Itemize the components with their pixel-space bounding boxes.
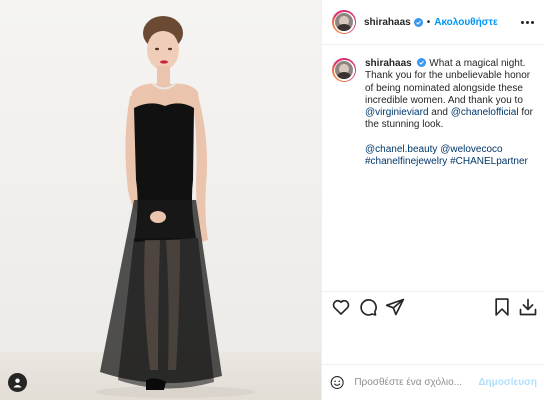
comment-input[interactable] — [354, 377, 479, 388]
photo-image — [0, 0, 321, 400]
post-sidebar: shirahaas • Ακολουθήστε shirahaas What a… — [321, 0, 544, 400]
mention-link[interactable]: @virginieviard — [365, 107, 429, 118]
follow-button[interactable]: Ακολουθήστε — [434, 17, 498, 28]
caption-text: shirahaas What a magical night. Thank yo… — [365, 58, 537, 168]
share-icon[interactable] — [385, 297, 405, 317]
username-link[interactable]: shirahaas — [364, 17, 411, 28]
download-icon[interactable] — [518, 297, 538, 317]
caption: shirahaas What a magical night. Thank yo… — [332, 58, 537, 168]
separator-dot: • — [426, 16, 431, 28]
person-tag-icon[interactable] — [8, 373, 27, 392]
more-options-icon[interactable] — [521, 16, 535, 28]
caption-body: and — [428, 107, 451, 119]
comment-bar: Δημοσίευση — [322, 364, 544, 400]
post-comment-button[interactable]: Δημοσίευση — [478, 377, 537, 388]
avatar[interactable] — [332, 10, 356, 34]
emoji-icon[interactable] — [330, 374, 344, 391]
bookmark-icon[interactable] — [492, 297, 512, 317]
mention-link[interactable]: @chanelofficial — [451, 107, 519, 118]
mention-link[interactable]: @welovecoco — [440, 144, 502, 155]
verified-badge-icon — [413, 17, 423, 27]
hashtag-link[interactable]: #CHANELpartner — [450, 156, 528, 167]
caption-username[interactable]: shirahaas — [365, 58, 412, 69]
heart-icon[interactable] — [331, 297, 351, 317]
comment-icon[interactable] — [358, 297, 378, 317]
post-header: shirahaas • Ακολουθήστε — [322, 0, 544, 45]
post-photo[interactable] — [0, 0, 321, 400]
mention-link[interactable]: @chanel.beauty — [365, 144, 437, 155]
hashtag-link[interactable]: #chanelfinejewelry — [365, 156, 447, 167]
caption-avatar[interactable] — [332, 58, 356, 82]
action-bar — [322, 291, 544, 321]
verified-badge-icon — [417, 58, 427, 67]
instagram-post: shirahaas • Ακολουθήστε shirahaas What a… — [0, 0, 544, 400]
